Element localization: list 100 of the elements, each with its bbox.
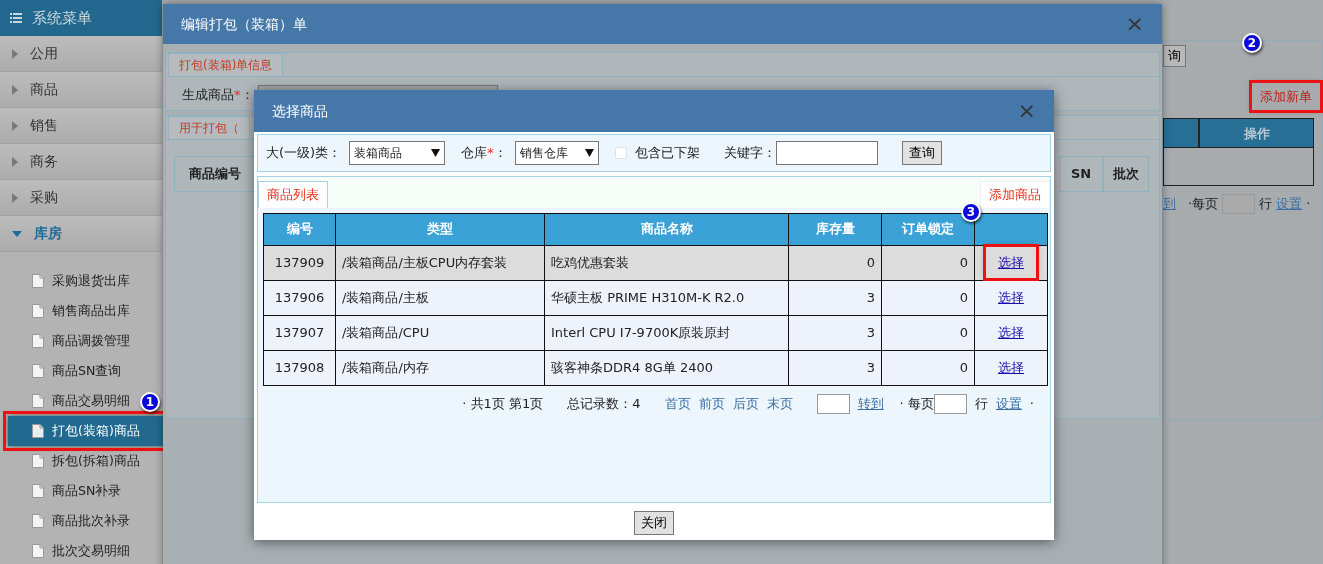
sidebar-item[interactable]: 拆包(拆箱)商品 (0, 446, 144, 476)
goto-link[interactable]: 转到 (857, 393, 884, 414)
document-icon (32, 484, 44, 498)
table-cell: 吃鸡优惠套装 (544, 245, 789, 280)
dot-separator: · (1306, 195, 1311, 214)
sidebar-item[interactable]: 销售商品出库 (0, 296, 134, 326)
table-cell: 137908 (263, 350, 336, 385)
select-link[interactable]: 选择 (998, 324, 1024, 340)
delisted-checkbox[interactable] (614, 147, 627, 159)
table-cell: 137906 (263, 280, 336, 315)
close-button[interactable]: 关闭 (634, 511, 674, 535)
document-icon (32, 304, 44, 318)
table-header: 批次 (1103, 156, 1149, 192)
warehouse-select[interactable]: 销售仓库 (514, 141, 599, 165)
group-label: 公用 (30, 44, 58, 63)
group-label: 采购 (30, 188, 58, 207)
per-page-input[interactable] (933, 393, 967, 414)
dialog-title: 选择商品 (272, 101, 328, 121)
table-cell: /装箱商品/主板CPU内存套装 (335, 245, 545, 280)
column-header: 库存量 (788, 213, 882, 245)
item-label: 拆包(拆箱)商品 (52, 451, 140, 470)
sidebar-item[interactable]: 商品SN补录 (0, 476, 126, 506)
table-cell: 3 (788, 350, 882, 385)
group-label: 库房 (34, 224, 62, 243)
per-page-label: ·每页 (1188, 195, 1219, 214)
column-header: 类型 (335, 213, 545, 245)
item-label: 商品交易明细 (52, 391, 130, 410)
sidebar-group[interactable]: 销售 (0, 108, 162, 144)
table-cell: /装箱商品/主板 (335, 280, 545, 315)
total-records: 总记录数：4 (567, 394, 641, 413)
field-label: 生成商品*： (182, 86, 254, 104)
table-cell: 骇客神条DDR4 8G单 2400 (544, 350, 789, 385)
caret-right-icon (12, 48, 18, 59)
table-cell: 0 (881, 315, 975, 350)
caret-right-icon (12, 156, 18, 167)
column-header: 编号 (263, 213, 336, 245)
table-row[interactable]: 137906 /装箱商品/主板 华硕主板 PRIME H310M-K R2.0 3 0 选择 (263, 280, 1048, 315)
keyword-field[interactable] (775, 141, 878, 165)
table-cell: /装箱商品/内存 (335, 350, 545, 385)
add-product-link[interactable]: 添加商品 (980, 181, 1050, 208)
table-cell: 137907 (263, 315, 336, 350)
item-label: 销售商品出库 (52, 301, 130, 320)
sidebar-group[interactable]: 采购 (0, 180, 162, 216)
table-cell: 3 (788, 280, 882, 315)
group-label: 商品 (30, 80, 58, 99)
list-tab[interactable]: 商品列表 (258, 181, 328, 208)
sidebar-item[interactable]: 批次交易明细 (0, 536, 134, 564)
pager-link[interactable]: 首页 (664, 393, 691, 414)
table-cell: 0 (881, 280, 975, 315)
column-header: 商品名称 (544, 213, 789, 245)
search-button[interactable]: 查询 (901, 141, 942, 165)
settings-link[interactable]: 设置 (995, 393, 1022, 414)
sidebar-title: 系统菜单 (32, 7, 92, 29)
caret-right-icon (12, 84, 18, 95)
table-cell: 0 (788, 245, 882, 280)
category-select[interactable]: 装箱商品 (349, 141, 446, 165)
dropdown-arrow-icon (584, 149, 594, 157)
table-row[interactable]: 137907 /装箱商品/CPU Interl CPU I7-9700K原装原封 3 0 选择 (263, 315, 1048, 350)
search-button[interactable]: 询 (1163, 45, 1186, 67)
table-cell: 137909 (263, 245, 336, 280)
table-cell: Interl CPU I7-9700K原装原封 (544, 315, 789, 350)
caret-down-icon (12, 230, 22, 237)
table-cell: 3 (788, 315, 882, 350)
select-link[interactable]: 选择 (998, 289, 1024, 305)
pager-link[interactable]: 后页 (732, 393, 759, 414)
item-label: 批次交易明细 (52, 541, 130, 560)
warehouse-label: 仓库*： (461, 144, 507, 163)
document-icon (32, 454, 44, 468)
document-icon (32, 544, 44, 558)
sidebar-item[interactable]: 采购退货出库 (0, 266, 134, 296)
sidebar-group[interactable]: 商务 (0, 144, 162, 180)
table-cell: 0 (881, 350, 975, 385)
table-cell: 华硕主板 PRIME H310M-K R2.0 (544, 280, 789, 315)
sidebar-item[interactable]: 商品交易明细 (0, 386, 134, 416)
table-header (1163, 118, 1199, 148)
table-cell: /装箱商品/CPU (335, 315, 545, 350)
page-summary: · 共1页 第1页 (462, 394, 544, 413)
caret-right-icon (12, 120, 18, 131)
table-row[interactable]: 137908 /装箱商品/内存 骇客神条DDR4 8G单 2400 3 0 选择 (263, 350, 1048, 385)
item-label: 商品调拨管理 (52, 331, 130, 350)
table-header: SN (1059, 156, 1103, 192)
sidebar-item[interactable]: 商品调拨管理 (0, 326, 134, 356)
rows-label: 行 (1259, 195, 1273, 214)
sidebar-group[interactable]: 公用 (0, 36, 162, 72)
select-link[interactable]: 选择 (998, 359, 1024, 375)
pager-link[interactable]: 前页 (698, 393, 725, 414)
item-label: 打包(装箱)商品 (52, 421, 140, 440)
document-icon (32, 514, 44, 528)
document-icon (32, 394, 44, 408)
sidebar-group[interactable]: 商品 (0, 72, 162, 108)
rows-label: 行 (974, 394, 988, 413)
pager-link[interactable]: 末页 (766, 393, 793, 414)
page-input[interactable] (816, 393, 850, 414)
dropdown-arrow-icon (431, 149, 441, 157)
item-label: 商品SN查询 (52, 361, 122, 380)
category-label: 大(一级)类： (266, 144, 342, 163)
sidebar-item[interactable]: 商品SN查询 (0, 356, 126, 386)
sidebar-item[interactable]: 商品批次补录 (0, 506, 134, 536)
document-icon (32, 334, 44, 348)
checkbox-label: 包含已下架 (634, 144, 700, 163)
